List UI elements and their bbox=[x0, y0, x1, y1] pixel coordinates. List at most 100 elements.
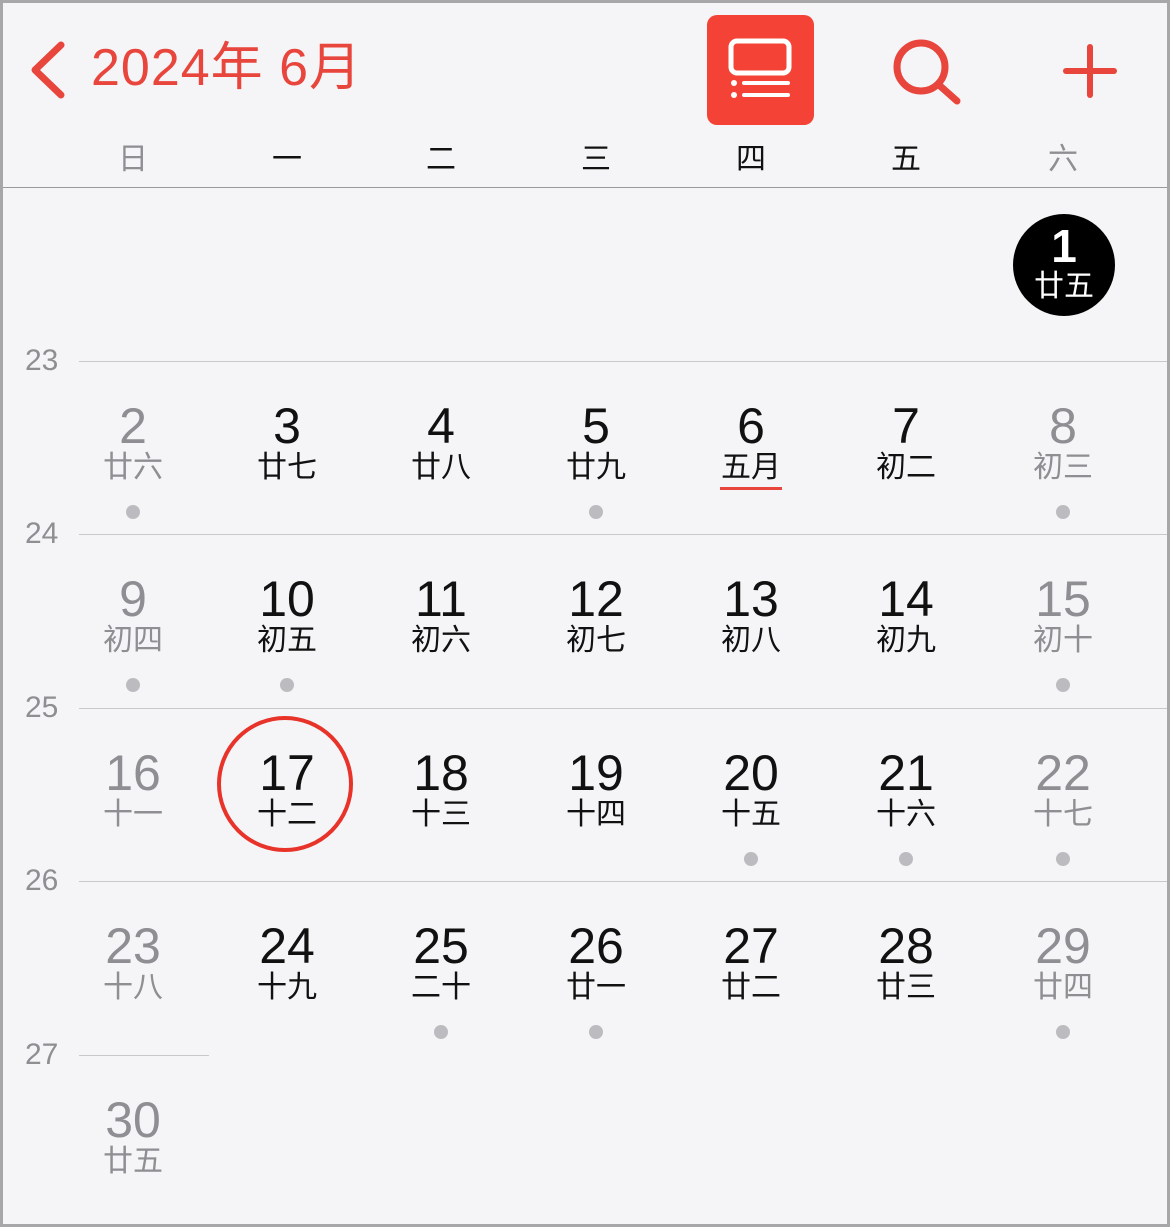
day-number: 28 bbox=[878, 918, 934, 974]
day-number: 29 bbox=[1035, 918, 1091, 974]
lunar-date: 十一 bbox=[103, 798, 163, 831]
day-number: 15 bbox=[1035, 571, 1091, 627]
day-number: 10 bbox=[259, 571, 315, 627]
day-number: 13 bbox=[723, 571, 779, 627]
day-cell[interactable]: 15 初十 bbox=[986, 534, 1140, 706]
event-dot-indicator bbox=[1056, 505, 1070, 519]
calendar-screen: 2024年 6月 日 一 二 三 四 五 六 1 廿五 23 24 25 26 … bbox=[0, 0, 1170, 1227]
day-cell[interactable]: 25 二十 bbox=[364, 881, 518, 1053]
lunar-date: 十四 bbox=[566, 798, 626, 831]
lunar-date: 廿五 bbox=[1034, 270, 1094, 303]
lunar-date: 初十 bbox=[1033, 624, 1093, 657]
lunar-date: 廿三 bbox=[876, 971, 936, 1004]
event-dot-indicator bbox=[1056, 678, 1070, 692]
lunar-date: 廿九 bbox=[566, 451, 626, 484]
day-number: 9 bbox=[119, 571, 147, 627]
lunar-date: 廿五 bbox=[103, 1145, 163, 1178]
day-cell[interactable]: 11 初六 bbox=[364, 534, 518, 706]
day-cell[interactable]: 10 初五 bbox=[210, 534, 364, 706]
day-cell[interactable]: 8 初三 bbox=[986, 361, 1140, 533]
day-cell[interactable]: 5 廿九 bbox=[519, 361, 673, 533]
lunar-date: 初六 bbox=[411, 624, 471, 657]
lunar-date: 初八 bbox=[721, 624, 781, 657]
day-number: 1 bbox=[1051, 220, 1077, 272]
event-dot-indicator bbox=[899, 852, 913, 866]
lunar-date: 廿一 bbox=[566, 971, 626, 1004]
day-cell[interactable]: 24 十九 bbox=[210, 881, 364, 1053]
day-number: 8 bbox=[1049, 398, 1077, 454]
day-number: 26 bbox=[568, 918, 624, 974]
day-cell[interactable]: 21 十六 bbox=[829, 708, 983, 880]
event-dot-indicator bbox=[589, 1025, 603, 1039]
day-number: 20 bbox=[723, 745, 779, 801]
event-dot-indicator bbox=[434, 1025, 448, 1039]
day-cell[interactable]: 12 初七 bbox=[519, 534, 673, 706]
day-cell[interactable]: 4 廿八 bbox=[364, 361, 518, 533]
day-cell[interactable]: 19 十四 bbox=[519, 708, 673, 880]
event-dot-indicator bbox=[126, 678, 140, 692]
day-number: 24 bbox=[259, 918, 315, 974]
day-number: 5 bbox=[582, 398, 610, 454]
lunar-date: 十六 bbox=[876, 798, 936, 831]
event-dot-indicator bbox=[1056, 1025, 1070, 1039]
day-cell[interactable]: 18 十三 bbox=[364, 708, 518, 880]
day-number: 3 bbox=[273, 398, 301, 454]
day-number: 12 bbox=[568, 571, 624, 627]
lunar-date: 廿二 bbox=[721, 971, 781, 1004]
lunar-date: 廿六 bbox=[103, 451, 163, 484]
day-cell[interactable]: 22 十七 bbox=[986, 708, 1140, 880]
day-number: 2 bbox=[119, 398, 147, 454]
lunar-date: 廿八 bbox=[411, 451, 471, 484]
day-cell[interactable]: 29 廿四 bbox=[986, 881, 1140, 1053]
day-cell[interactable]: 26 廿一 bbox=[519, 881, 673, 1053]
day-cell[interactable]: 6 五月 bbox=[674, 361, 828, 533]
lunar-date: 十五 bbox=[721, 798, 781, 831]
event-dot-indicator bbox=[126, 505, 140, 519]
day-cell[interactable]: 7 初二 bbox=[829, 361, 983, 533]
day-number: 11 bbox=[415, 571, 467, 627]
day-number: 14 bbox=[878, 571, 934, 627]
day-cell[interactable]: 2 廿六 bbox=[56, 361, 210, 533]
event-dot-indicator bbox=[589, 505, 603, 519]
event-dot-indicator bbox=[280, 678, 294, 692]
day-cell[interactable]: 30 廿五 bbox=[56, 1055, 210, 1224]
lunar-date: 初七 bbox=[566, 624, 626, 657]
day-cell[interactable]: 20 十五 bbox=[674, 708, 828, 880]
day-cell[interactable]: 16 十一 bbox=[56, 708, 210, 880]
day-number: 25 bbox=[413, 918, 469, 974]
lunar-date: 廿四 bbox=[1033, 971, 1093, 1004]
lunar-date: 初五 bbox=[257, 624, 317, 657]
lunar-date: 十九 bbox=[257, 971, 317, 1004]
day-cell[interactable]: 27 廿二 bbox=[674, 881, 828, 1053]
day-number: 30 bbox=[105, 1092, 161, 1148]
event-dot-indicator bbox=[1056, 852, 1070, 866]
day-cell[interactable]: 14 初九 bbox=[829, 534, 983, 706]
day-number: 22 bbox=[1035, 745, 1091, 801]
today-ring bbox=[217, 716, 353, 852]
month-grid: 1 廿五 23 24 25 26 27 2 廿六 3 廿七 4 廿八 5 廿九 6 五月 7 初二 8 初三 9 初四 1… bbox=[3, 3, 1167, 1224]
event-dot-indicator bbox=[744, 852, 758, 866]
day-number: 23 bbox=[105, 918, 161, 974]
day-number: 18 bbox=[413, 745, 469, 801]
lunar-date: 二十 bbox=[411, 971, 471, 1004]
day-number: 19 bbox=[568, 745, 624, 801]
lunar-date: 初九 bbox=[876, 624, 936, 657]
lunar-date: 十七 bbox=[1033, 798, 1093, 831]
day-number: 4 bbox=[427, 398, 455, 454]
day-cell[interactable]: 3 廿七 bbox=[210, 361, 364, 533]
lunar-date: 十八 bbox=[103, 971, 163, 1004]
day-cell-first[interactable]: 1 廿五 bbox=[1013, 214, 1115, 316]
lunar-date: 廿七 bbox=[257, 451, 317, 484]
day-cell[interactable]: 28 廿三 bbox=[829, 881, 983, 1053]
lunar-date: 初二 bbox=[876, 451, 936, 484]
day-number: 16 bbox=[105, 745, 161, 801]
day-cell[interactable]: 23 十八 bbox=[56, 881, 210, 1053]
lunar-date: 初四 bbox=[103, 624, 163, 657]
day-cell[interactable]: 9 初四 bbox=[56, 534, 210, 706]
day-cell[interactable]: 13 初八 bbox=[674, 534, 828, 706]
lunar-date: 初三 bbox=[1033, 451, 1093, 484]
day-number: 6 bbox=[737, 398, 765, 454]
lunar-month-underline bbox=[720, 487, 782, 490]
day-number: 7 bbox=[892, 398, 920, 454]
lunar-date: 十三 bbox=[411, 798, 471, 831]
